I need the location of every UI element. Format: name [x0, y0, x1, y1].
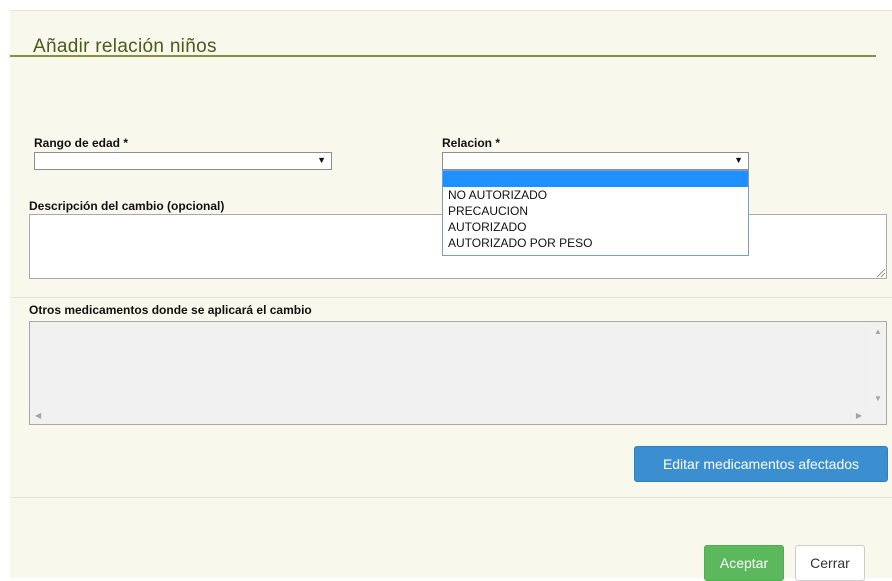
horizontal-scrollbar[interactable]: ◀ ▶	[30, 407, 886, 424]
relation-option-precaucion[interactable]: PRECAUCION	[443, 203, 748, 219]
close-button[interactable]: Cerrar	[795, 545, 865, 581]
relation-option-autorizado[interactable]: AUTORIZADO	[443, 219, 748, 235]
resize-grip-icon[interactable]	[877, 269, 885, 277]
edit-affected-meds-button[interactable]: Editar medicamentos afectados	[634, 446, 888, 482]
scroll-left-icon[interactable]: ◀	[35, 411, 41, 420]
relation-select[interactable]: ▼	[442, 152, 749, 170]
other-meds-label: Otros medicamentos donde se aplicará el …	[29, 303, 312, 317]
relation-option-autorizado-por-peso[interactable]: AUTORIZADO POR PESO	[443, 235, 748, 251]
description-label: Descripción del cambio (opcional)	[29, 199, 225, 213]
dropdown-arrow-icon: ▼	[317, 155, 326, 165]
relation-option-empty[interactable]	[443, 171, 748, 187]
vertical-scrollbar[interactable]: ▲ ▼	[869, 322, 886, 407]
relation-option-no-autorizado[interactable]: NO AUTORIZADO	[443, 187, 748, 203]
scroll-up-icon[interactable]: ▲	[874, 327, 882, 336]
age-range-select[interactable]: ▼	[34, 152, 332, 170]
scroll-right-icon[interactable]: ▶	[856, 411, 862, 420]
add-relation-dialog: Añadir relación niños	[10, 10, 892, 578]
other-meds-listbox[interactable]: ▲ ▼ ◀ ▶	[29, 321, 887, 425]
section-divider	[10, 297, 892, 298]
age-range-label: Rango de edad *	[34, 136, 129, 150]
relation-dropdown-list: NO AUTORIZADO PRECAUCION AUTORIZADO AUTO…	[442, 170, 749, 256]
dropdown-arrow-icon: ▼	[734, 155, 743, 165]
relation-label: Relacion *	[442, 136, 501, 150]
title-divider	[10, 55, 876, 57]
footer-divider	[10, 497, 892, 498]
accept-button[interactable]: Aceptar	[704, 545, 784, 581]
scroll-down-icon[interactable]: ▼	[874, 394, 882, 403]
